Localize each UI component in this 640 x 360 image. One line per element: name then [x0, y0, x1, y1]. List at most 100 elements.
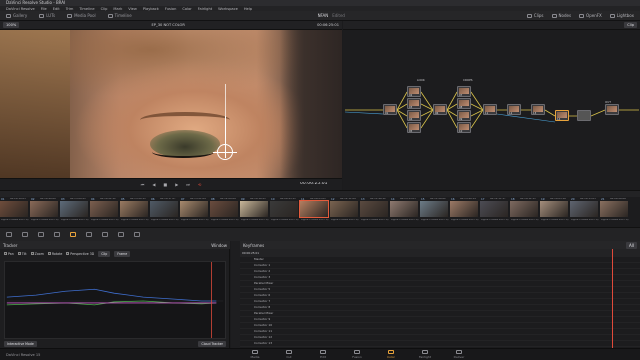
curves-icon[interactable]	[22, 232, 28, 237]
page-tab-edit[interactable]: Edit	[308, 350, 338, 359]
stop-icon[interactable]: ■	[163, 182, 167, 187]
menu-item[interactable]: Timeline	[79, 7, 94, 11]
menu-item[interactable]: Fusion	[165, 7, 177, 11]
node[interactable]: 09	[457, 110, 471, 121]
node[interactable]: 11	[483, 104, 497, 115]
clip-codec-label: Apple ProRes 422 HQ	[181, 219, 209, 221]
clip-thumbnail[interactable]: 11 Apple ProRes 422 HQ 00:06:25:01	[299, 197, 329, 227]
node[interactable]: 10	[457, 122, 471, 133]
menu-item[interactable]: Edit	[53, 7, 60, 11]
clip-thumbnail[interactable]: 17 Apple ProRes 422 HQ 00:12:51:17	[480, 197, 509, 227]
page-tab-deliver[interactable]: Deliver	[444, 350, 474, 359]
menu-item[interactable]: DaVinci Resolve	[6, 7, 35, 11]
clip-thumbnail[interactable]: 01 Apple ProRes 422 HQ 00:24:19:05	[0, 197, 29, 227]
play-icon[interactable]: ▶	[175, 182, 178, 187]
skip-start-icon[interactable]: ⏮	[141, 182, 145, 187]
menu-item[interactable]: Workspace	[218, 7, 238, 11]
tracker-check-pan[interactable]: Pan	[4, 252, 14, 256]
keyframes-mode-select[interactable]: All	[626, 241, 637, 249]
node[interactable]: 03	[407, 98, 421, 109]
node[interactable]: 01	[383, 104, 397, 115]
clip-thumbnail[interactable]: 09 Apple ProRes 422 HQ 00:10:16:21	[240, 197, 269, 227]
key-icon[interactable]	[102, 232, 108, 237]
toolbar-right-button[interactable]: Lightbox	[609, 13, 634, 18]
clip-thumbnail[interactable]: 05 Apple ProRes 422 HQ 00:15:20:11	[120, 197, 149, 227]
node-selected[interactable]: 14	[555, 110, 569, 121]
node[interactable]: 04	[407, 110, 421, 121]
keyframes-playhead[interactable]	[612, 249, 613, 348]
clip-thumbnail[interactable]: 06 Apple ProRes 422 HQ 00:10:17:07	[150, 197, 179, 227]
3d-icon[interactable]	[134, 232, 140, 237]
node[interactable]: 12	[507, 104, 521, 115]
node-output[interactable]	[605, 104, 619, 115]
clip-thumbnail[interactable]: 08 Apple ProRes 422 HQ 00:12:09:08	[210, 197, 239, 227]
clip-thumbnail[interactable]: 04 Apple ProRes 422 HQ 00:14:22:12	[90, 197, 119, 227]
toolbar-left-button[interactable]: Gallery	[6, 13, 27, 18]
page-tab-media[interactable]: Media	[240, 350, 270, 359]
keyframe-row[interactable]: Corrector 13	[240, 341, 640, 347]
clip-thumbnail[interactable]: 16 Apple ProRes 422 HQ 00:15:48:14	[450, 197, 479, 227]
toolbar-left-button[interactable]: Timeline	[107, 13, 132, 18]
menu-item[interactable]: Mark	[113, 7, 122, 11]
tracker-mode-select[interactable]: Clip	[98, 250, 111, 257]
page-tab-fairlight[interactable]: Fairlight	[410, 350, 440, 359]
menu-item[interactable]: Color	[182, 7, 191, 11]
interactive-mode-button[interactable]: Interactive Mode	[4, 340, 37, 347]
page-tab-cut[interactable]: Cut	[274, 350, 304, 359]
clip-thumbnail[interactable]: 18 Apple ProRes 422 HQ 00:18:12:11	[510, 197, 539, 227]
node[interactable]: 02	[407, 86, 421, 97]
toolbar-right-button[interactable]: Clips	[526, 13, 544, 18]
node[interactable]: 06	[433, 104, 447, 115]
node[interactable]: 07	[457, 86, 471, 97]
primaries-icon[interactable]	[6, 232, 12, 237]
menu-item[interactable]: Help	[244, 7, 252, 11]
clips-header	[0, 190, 640, 197]
tracker-check-zoom[interactable]: Zoom	[30, 252, 44, 256]
page-tab-fusion[interactable]: Fusion	[342, 350, 372, 359]
skip-end-icon[interactable]: ⏭	[186, 182, 190, 187]
tracker-check-rotate[interactable]: Rotate	[47, 252, 62, 256]
tracker-icon[interactable]	[70, 232, 76, 237]
page-tab-color[interactable]: Color	[376, 350, 406, 359]
toolbar-left-button[interactable]: Media Pool	[67, 13, 96, 18]
node[interactable]	[577, 110, 591, 121]
toolbar-left-button[interactable]: LUTs	[39, 13, 55, 18]
tracker-check-perspective-3d[interactable]: Perspective 3D	[66, 252, 94, 256]
clip-thumbnail[interactable]: 14 Apple ProRes 422 HQ 00:15:15:03	[390, 197, 419, 227]
clip-thumbnail[interactable]: 02 Apple ProRes 422 HQ 00:14:49:00	[30, 197, 59, 227]
tracker-frame-select[interactable]: Frame	[114, 250, 131, 257]
play-reverse-icon[interactable]: ◀	[152, 182, 155, 187]
node-mode-select[interactable]: Clip	[624, 22, 637, 28]
sizing-icon[interactable]	[118, 232, 124, 237]
node[interactable]: 08	[457, 98, 471, 109]
viewer-image[interactable]	[0, 30, 342, 178]
node[interactable]: 05	[407, 122, 421, 133]
toolbar-right-button[interactable]: Nodes	[551, 13, 571, 18]
node[interactable]: 13	[531, 104, 545, 115]
toolbar-right-button[interactable]: OpenFX	[579, 13, 602, 18]
keyframe-row-label: Master	[254, 258, 264, 261]
qualifier-icon[interactable]	[38, 232, 44, 237]
menu-item[interactable]: Clip	[101, 7, 108, 11]
clip-thumbnail[interactable]: 10 Apple ProRes 422 HQ 00:09:45:11	[270, 197, 299, 227]
menu-item[interactable]: Playback	[143, 7, 159, 11]
clip-thumbnail[interactable]: 19 Apple ProRes 422 HQ 00:10:05:16	[540, 197, 569, 227]
menu-item[interactable]: Fairlight	[198, 7, 212, 11]
blur-icon[interactable]	[86, 232, 92, 237]
clip-thumbnail[interactable]: 03 Apple ProRes 422 HQ 00:13:09:21	[60, 197, 89, 227]
window-icon[interactable]	[54, 232, 60, 237]
viewer-zoom[interactable]: 100%	[3, 22, 20, 28]
menu-item[interactable]: File	[41, 7, 47, 11]
cloud-tracker-button[interactable]: Cloud Tracker	[198, 340, 226, 347]
menu-item[interactable]: View	[128, 7, 137, 11]
clip-thumbnail[interactable]: 15 Apple ProRes 422 HQ 00:11:26:02	[420, 197, 449, 227]
loop-icon[interactable]: ⟲	[198, 182, 201, 187]
clip-thumbnail[interactable]: 21 Apple ProRes 422 HQ 00:09:26:06	[600, 197, 629, 227]
node-editor[interactable]: LOOK CROPS OUT 01 02 03 04 05 06 07 08 0…	[343, 30, 640, 190]
menu-item[interactable]: Trim	[66, 7, 74, 11]
tracker-check-tilt[interactable]: Tilt	[17, 252, 27, 256]
clip-thumbnail[interactable]: 12 Apple ProRes 422 HQ 00:12:11:08	[330, 197, 359, 227]
clip-thumbnail[interactable]: 07 Apple ProRes 422 HQ 00:13:21:09	[180, 197, 209, 227]
clip-thumbnail[interactable]: 13 Apple ProRes 422 HQ 00:11:46:12	[360, 197, 389, 227]
clip-thumbnail[interactable]: 20 Apple ProRes 422 HQ 00:14:15:05	[570, 197, 599, 227]
